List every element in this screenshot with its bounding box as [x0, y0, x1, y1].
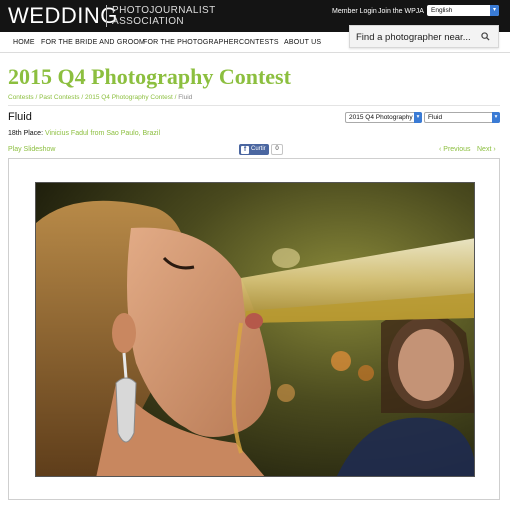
photo-title: Fluid [8, 111, 32, 123]
chevron-down-icon: ▾ [414, 112, 422, 123]
facebook-like-count: 0 [271, 144, 283, 155]
breadcrumb-contest[interactable]: 2015 Q4 Photography Contest [85, 94, 173, 101]
search-icon[interactable] [481, 32, 490, 43]
chevron-down-icon: ▾ [492, 112, 500, 123]
contest-photo[interactable] [35, 182, 475, 477]
contest-select-value: 2015 Q4 Photography [349, 114, 413, 121]
logo-subtitle-line2: ASSOCIATION [112, 16, 185, 27]
photographer-search-input[interactable]: Find a photographer near... [349, 25, 499, 48]
nav-item-bride-groom[interactable]: FOR THE BRIDE AND GROOM [41, 39, 145, 46]
photo-illustration [36, 183, 474, 476]
placement-info: 18th Place: Vinicius Fadul from Sao Paul… [8, 130, 160, 137]
contest-select[interactable]: 2015 Q4 Photography ▾ [345, 112, 422, 123]
language-select[interactable]: English ▾ [427, 5, 499, 16]
nav-item-contests[interactable]: CONTESTS [239, 39, 279, 46]
nav-item-about[interactable]: ABOUT US [284, 39, 321, 46]
logo-subtitle[interactable]: PHOTOJOURNALIST ASSOCIATION [112, 5, 216, 27]
breadcrumb-contests[interactable]: Contests [8, 94, 34, 101]
next-link[interactable]: Next › [477, 146, 496, 153]
photographer-link[interactable]: Vinicius Fadul from Sao Paulo, Brazil [45, 130, 160, 137]
logo-wordmark[interactable]: WEDDING [8, 4, 118, 28]
category-select-value: Fluid [428, 114, 443, 121]
facebook-icon: f [241, 146, 249, 154]
facebook-like-label: Curtir [251, 146, 266, 152]
logo-subtitle-line1: PHOTOJOURNALIST [112, 5, 216, 16]
logo-divider [106, 5, 107, 27]
breadcrumb: Contests / Past Contests / 2015 Q4 Photo… [8, 94, 192, 101]
page-title: 2015 Q4 Photography Contest [8, 64, 291, 89]
place-label: 18th Place: [8, 130, 44, 137]
member-login-link[interactable]: Member Login [332, 8, 377, 15]
chevron-down-icon: ▾ [490, 5, 499, 16]
nav-item-home[interactable]: HOME [13, 39, 35, 46]
language-select-value: English [431, 7, 453, 14]
breadcrumb-current: Fluid [178, 94, 193, 101]
play-slideshow-link[interactable]: Play Slideshow [8, 146, 55, 153]
facebook-like-button[interactable]: f Curtir [239, 144, 269, 155]
category-select[interactable]: Fluid ▾ [424, 112, 500, 123]
join-wpja-link[interactable]: Join the WPJA [378, 8, 424, 15]
breadcrumb-past-contests[interactable]: Past Contests [39, 94, 79, 101]
nav-item-photographer[interactable]: FOR THE PHOTOGRAPHER [143, 39, 239, 46]
previous-link[interactable]: ‹ Previous [439, 146, 471, 153]
search-placeholder: Find a photographer near... [356, 32, 471, 43]
divider [8, 105, 500, 106]
